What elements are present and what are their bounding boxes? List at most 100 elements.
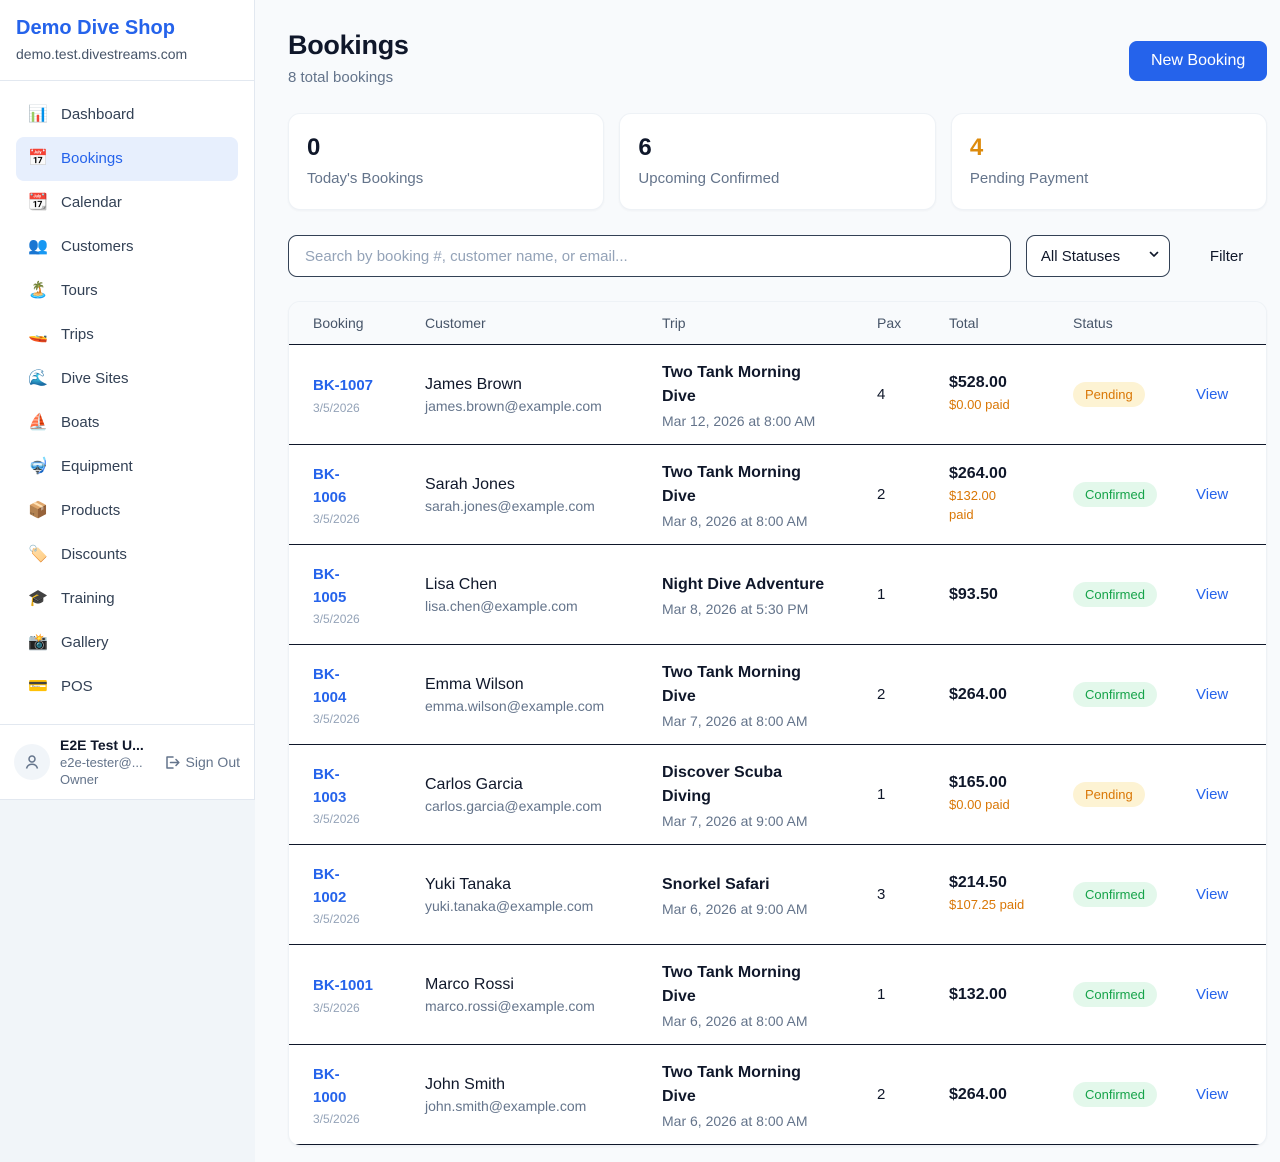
view-link[interactable]: View [1196,1086,1228,1103]
pax-cell: 3 [877,886,949,903]
sign-out-button[interactable]: Sign Out [163,754,240,771]
booking-date: 3/5/2026 [313,1112,411,1126]
booking-id-link[interactable]: BK-1001 [313,974,373,997]
sidebar-item-icon: 👥 [28,235,48,259]
total-cell: $93.50 [949,586,1073,604]
booking-id-link[interactable]: BK- 1002 [313,863,346,910]
trip-name: Two Tank Morning Dive [662,361,863,409]
customer-name: James Brown [425,376,648,394]
filter-button[interactable]: Filter [1186,235,1267,277]
table-row: BK- 1002 3/5/2026 Yuki Tanaka yuki.tanak… [289,845,1266,945]
sidebar-item-label: Boats [61,411,99,435]
sidebar-item[interactable]: 📅 Bookings [16,137,238,181]
view-link[interactable]: View [1196,786,1228,803]
customer-name: Sarah Jones [425,476,648,494]
booking-id-link[interactable]: BK- 1004 [313,663,346,710]
stat-value: 0 [307,134,585,162]
sidebar-item-icon: 🏝️ [28,279,48,303]
customer-name: Emma Wilson [425,676,648,694]
sidebar-item[interactable]: 🚤 Trips [16,313,238,357]
trip-datetime: Mar 6, 2026 at 9:00 AM [662,901,863,917]
trip-name: Night Dive Adventure [662,573,863,597]
sidebar-item[interactable]: ⛵ Boats [16,401,238,445]
view-link[interactable]: View [1196,486,1228,503]
view-link[interactable]: View [1196,686,1228,703]
status-cell: Pending [1073,782,1196,807]
booking-id-link[interactable]: BK-1007 [313,374,373,397]
sidebar-item[interactable]: 📦 Products [16,489,238,533]
customer-email: carlos.garcia@example.com [425,798,648,814]
status-filter-select[interactable]: All Statuses [1026,235,1170,277]
total-amount: $93.50 [949,586,1059,604]
column-header: Status [1073,315,1196,331]
sidebar-item[interactable]: 📊 Dashboard [16,93,238,137]
customer-cell: Lisa Chen lisa.chen@example.com [425,576,662,614]
sidebar-item[interactable]: 🎓 Training [16,577,238,621]
sidebar-item[interactable]: 💳 POS [16,665,238,709]
user-name: E2E Test U... [60,737,144,753]
status-cell: Confirmed [1073,582,1196,607]
sidebar-item-icon: ⛵ [28,411,48,435]
status-cell: Confirmed [1073,682,1196,707]
trip-name: Two Tank Morning Dive [662,461,863,509]
table-row: BK- 1003 3/5/2026 Carlos Garcia carlos.g… [289,745,1266,845]
column-header: Booking [313,315,425,331]
booking-id-link[interactable]: BK- 1005 [313,563,346,610]
sidebar-item[interactable]: 📸 Gallery [16,621,238,665]
trip-datetime: Mar 6, 2026 at 8:00 AM [662,1013,863,1029]
sidebar-item-label: Gallery [61,631,109,655]
sidebar-item-label: Dive Sites [61,367,129,391]
brand-name: Demo Dive Shop [16,17,238,40]
actions-cell: View [1196,486,1242,504]
booking-id-link[interactable]: BK- 1006 [313,463,346,510]
trip-cell: Two Tank Morning Dive Mar 7, 2026 at 8:0… [662,661,877,729]
booking-date: 3/5/2026 [313,1001,411,1015]
total-amount: $264.00 [949,1086,1059,1104]
sidebar-item[interactable]: 📆 Calendar [16,181,238,225]
paid-amount: $0.00 paid [949,796,1059,815]
trip-cell: Two Tank Morning Dive Mar 6, 2026 at 8:0… [662,1061,877,1129]
page-subtitle: 8 total bookings [288,69,409,86]
view-link[interactable]: View [1196,586,1228,603]
search-input[interactable] [288,235,1011,277]
sidebar-item-label: Dashboard [61,103,134,127]
status-badge: Confirmed [1073,582,1157,607]
column-header: Customer [425,315,662,331]
actions-cell: View [1196,386,1242,404]
trip-cell: Two Tank Morning Dive Mar 6, 2026 at 8:0… [662,961,877,1029]
pax-cell: 2 [877,1086,949,1103]
sidebar-item-icon: 📅 [28,147,48,171]
new-booking-button[interactable]: New Booking [1129,41,1267,81]
booking-date: 3/5/2026 [313,512,411,526]
trip-cell: Two Tank Morning Dive Mar 12, 2026 at 8:… [662,361,877,429]
status-cell: Confirmed [1073,882,1196,907]
customer-cell: Emma Wilson emma.wilson@example.com [425,676,662,714]
status-badge: Pending [1073,782,1145,807]
paid-amount: $132.00 paid [949,487,1059,525]
sidebar-item[interactable]: 🏝️ Tours [16,269,238,313]
status-cell: Confirmed [1073,1082,1196,1107]
status-badge: Pending [1073,382,1145,407]
status-cell: Confirmed [1073,982,1196,1007]
trip-cell: Discover Scuba Diving Mar 7, 2026 at 9:0… [662,761,877,829]
sidebar-item-icon: 📊 [28,103,48,127]
booking-date: 3/5/2026 [313,712,411,726]
view-link[interactable]: View [1196,886,1228,903]
sidebar-item[interactable]: 🌊 Dive Sites [16,357,238,401]
sidebar-item[interactable]: 👥 Customers [16,225,238,269]
sidebar-item[interactable]: 🤿 Equipment [16,445,238,489]
pax-cell: 4 [877,386,949,403]
booking-id-link[interactable]: BK- 1000 [313,1063,346,1110]
view-link[interactable]: View [1196,986,1228,1003]
total-cell: $132.00 [949,986,1073,1004]
trip-cell: Two Tank Morning Dive Mar 8, 2026 at 8:0… [662,461,877,529]
booking-id-link[interactable]: BK- 1003 [313,763,346,810]
view-link[interactable]: View [1196,386,1228,403]
sidebar-item[interactable]: 🏷️ Discounts [16,533,238,577]
sidebar-item-icon: 🌊 [28,367,48,391]
total-amount: $264.00 [949,465,1059,483]
customer-name: Marco Rossi [425,976,648,994]
trip-datetime: Mar 8, 2026 at 5:30 PM [662,601,863,617]
stat-card: 6 Upcoming Confirmed [619,113,935,210]
sidebar-item-icon: 🚤 [28,323,48,347]
